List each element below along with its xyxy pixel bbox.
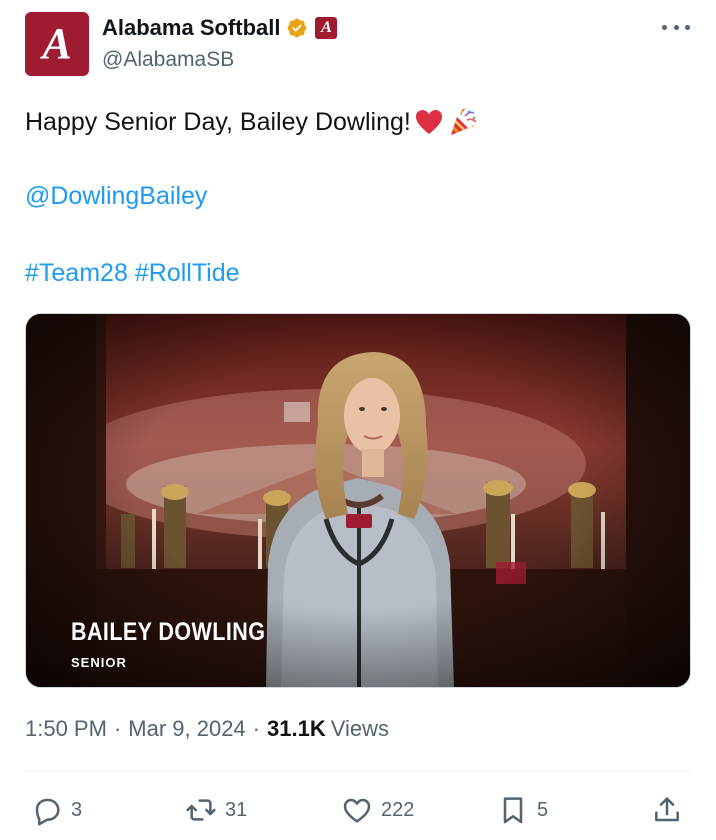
party-popper-icon: [447, 106, 479, 138]
repost-button[interactable]: 31: [185, 790, 247, 830]
share-button[interactable]: [651, 790, 683, 830]
video-caption: BAILEY DOWLING SENIOR: [71, 618, 297, 670]
heart-icon: [343, 798, 371, 823]
separator: ·: [113, 716, 122, 741]
reply-icon: [35, 798, 60, 826]
bookmark-button[interactable]: 5: [497, 790, 548, 830]
repost-icon: [186, 799, 216, 821]
alabama-logo: A: [42, 19, 72, 68]
bookmark-icon: [503, 797, 523, 824]
like-button[interactable]: 222: [341, 790, 414, 830]
tweet-date[interactable]: Mar 9, 2024: [128, 716, 245, 742]
caption-name: BAILEY DOWLING: [71, 618, 266, 646]
tweet-text-line: Happy Senior Day, Bailey Dowling!: [25, 107, 411, 136]
reply-button[interactable]: 3: [31, 790, 82, 830]
divider: [25, 771, 691, 772]
like-count: 222: [381, 798, 415, 821]
views-count: 31.1K: [267, 716, 326, 741]
action-bar: 3 31 222 5: [25, 790, 691, 830]
affiliate-badge-icon[interactable]: A: [315, 17, 338, 39]
verified-badge-icon: [286, 17, 308, 39]
handle[interactable]: @AlabamaSB: [102, 48, 234, 72]
hashtags: #Team28 #RollTide: [25, 259, 240, 288]
hashtag-team28[interactable]: #Team28: [25, 259, 128, 287]
share-icon: [655, 797, 679, 822]
separator: ·: [252, 716, 260, 741]
bookmark-count: 5: [537, 798, 549, 821]
hashtag-rolltide[interactable]: #RollTide: [135, 259, 240, 287]
more-options-icon[interactable]: [662, 16, 690, 38]
video-player[interactable]: BAILEY DOWLING SENIOR: [25, 313, 691, 688]
tweet-time[interactable]: 1:50 PM: [25, 716, 107, 742]
tweet-text: Happy Senior Day, Bailey Dowling!: [25, 106, 479, 138]
author-name-row: Alabama Softball A: [102, 14, 338, 42]
repost-count: 31: [225, 798, 248, 821]
display-name[interactable]: Alabama Softball: [102, 15, 280, 41]
reply-count: 3: [71, 798, 83, 821]
views-label: Views: [330, 716, 390, 741]
mention-link[interactable]: @DowlingBailey: [25, 182, 207, 211]
caption-subtitle: SENIOR: [71, 655, 127, 670]
red-heart-icon: [413, 106, 445, 138]
tweet-meta: 1:50 PM · Mar 9, 2024 · 31.1K Views: [25, 716, 389, 742]
avatar[interactable]: A: [25, 12, 89, 76]
